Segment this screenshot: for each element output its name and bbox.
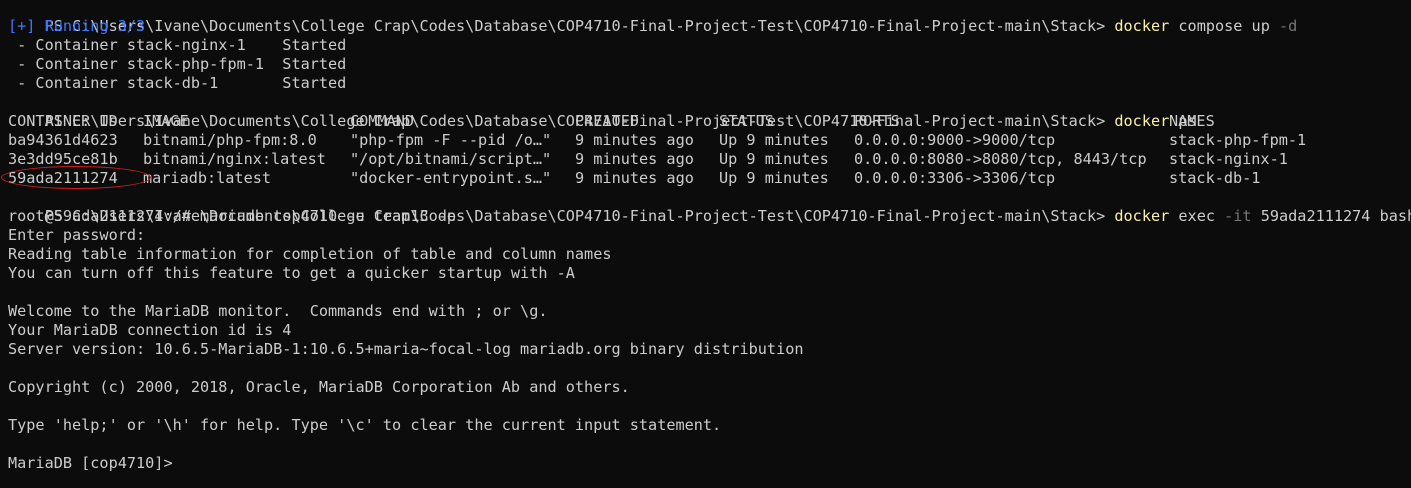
created-cell: 9 minutes ago	[575, 150, 694, 168]
prompt: PS C:\Users\Ivane\Documents\College Crap…	[44, 17, 1115, 35]
command-line-ps: PS C:\Users\Ivane\Documents\College Crap…	[8, 93, 1197, 130]
status-cell: Up 9 minutes	[719, 131, 829, 149]
image-cell: bitnami/php-fpm:8.0	[143, 131, 317, 149]
output-line: root@59ada2111274:/# mariadb cop4710 -u …	[8, 207, 457, 225]
command-cell: "/opt/bitnami/script…"	[350, 150, 552, 168]
command-line-compose: PS C:\Users\Ivane\Documents\College Crap…	[8, 0, 1298, 35]
output-line: Reading table information for completion…	[8, 245, 612, 263]
ports-cell: 0.0.0.0:9000->9000/tcp	[854, 131, 1056, 149]
names-cell: stack-db-1	[1169, 169, 1261, 187]
output-line: Welcome to the MariaDB monitor. Commands…	[8, 302, 548, 320]
command-flag: -it	[1224, 207, 1252, 225]
running-status: [+] Running 3/3	[8, 17, 146, 35]
command-exe: docker	[1114, 207, 1170, 225]
ps-header-container-id: CONTAINER ID	[8, 112, 118, 130]
table-row: 3e3dd95ce81b bitnami/nginx:latest "/opt/…	[8, 150, 1408, 169]
output-line: Copyright (c) 2000, 2018, Oracle, MariaD…	[8, 378, 630, 396]
command-args: 59ada2111274 bash	[1251, 207, 1411, 225]
command-line-exec: PS C:\Users\Ivane\Documents\College Crap…	[8, 188, 1411, 225]
command-flag: -d	[1279, 17, 1298, 35]
ps-header-status: STATUS	[719, 112, 774, 130]
red-circle-annotation	[1, 166, 151, 189]
output-line: Server version: 10.6.5-MariaDB-1:10.6.5+…	[8, 340, 804, 358]
ps-header-row: CONTAINER ID IMAGE COMMAND CREATED STATU…	[8, 112, 1408, 131]
output-line: Type 'help;' or '\h' for help. Type '\c'…	[8, 416, 722, 434]
ports-cell: 0.0.0.0:8080->8080/tcp, 8443/tcp	[854, 150, 1147, 168]
ps-header-ports: PORTS	[854, 112, 900, 130]
terminal-window[interactable]: PS C:\Users\Ivane\Documents\College Crap…	[0, 0, 1411, 488]
container-status-line: - Container stack-php-fpm-1 Started	[8, 55, 347, 73]
container-status-line: - Container stack-db-1 Started	[8, 74, 347, 92]
ps-header-names: NAMES	[1169, 112, 1215, 130]
ports-cell: 0.0.0.0:3306->3306/tcp	[854, 169, 1056, 187]
names-cell: stack-php-fpm-1	[1169, 131, 1307, 149]
container-id-cell: ba94361d4623	[8, 131, 118, 149]
ps-header-image: IMAGE	[143, 112, 189, 130]
names-cell: stack-nginx-1	[1169, 150, 1288, 168]
image-cell: bitnami/nginx:latest	[143, 150, 326, 168]
table-row: ba94361d4623 bitnami/php-fpm:8.0 "php-fp…	[8, 131, 1408, 150]
image-cell: mariadb:latest	[143, 169, 272, 187]
command-cell: "docker-entrypoint.s…"	[350, 169, 552, 187]
status-cell: Up 9 minutes	[719, 169, 829, 187]
output-line: Your MariaDB connection id is 4	[8, 321, 292, 339]
command-cell: "php-fpm -F --pid /o…"	[350, 131, 552, 149]
status-cell: Up 9 minutes	[719, 150, 829, 168]
ps-header-command: COMMAND	[350, 112, 415, 130]
ps-header-created: CREATED	[575, 112, 640, 130]
created-cell: 9 minutes ago	[575, 169, 694, 187]
output-line: Enter password:	[8, 226, 146, 244]
command-args: compose up	[1169, 17, 1279, 35]
mariadb-prompt[interactable]: MariaDB [cop4710]>	[8, 454, 182, 473]
command-exe: docker	[1114, 17, 1170, 35]
command-args: exec	[1169, 207, 1225, 225]
table-row: 59ada2111274 mariadb:latest "docker-entr…	[8, 169, 1408, 188]
container-status-line: - Container stack-nginx-1 Started	[8, 36, 347, 54]
output-line: You can turn off this feature to get a q…	[8, 264, 575, 282]
created-cell: 9 minutes ago	[575, 131, 694, 149]
